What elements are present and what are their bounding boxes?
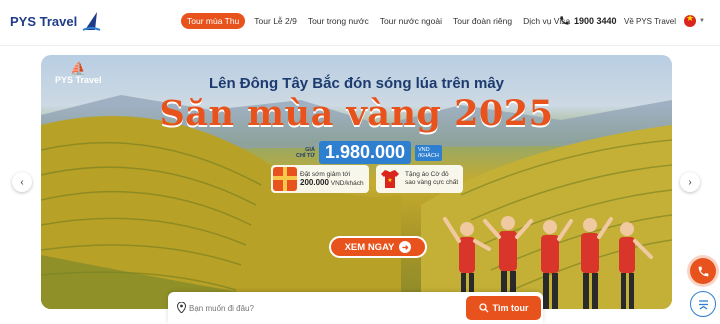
- price-unit-line-2: /KHÁCH: [418, 152, 439, 159]
- search-tour-button[interactable]: Tìm tour: [466, 296, 541, 320]
- svg-text:★: ★: [387, 177, 392, 184]
- price-label: GIÁ CHỈ TỪ: [296, 147, 315, 159]
- nav-item-international-tour[interactable]: Tour nước ngoài: [378, 13, 444, 29]
- call-fab-button[interactable]: [690, 258, 716, 284]
- logo-text: PYS Travel: [10, 13, 78, 29]
- phone-icon: [560, 16, 569, 25]
- hotline[interactable]: 1900 3440: [559, 15, 617, 26]
- vietnam-flag-icon: [684, 15, 696, 27]
- chevron-right-icon: ›: [688, 176, 692, 188]
- chevron-down-icon: ▼: [699, 18, 705, 24]
- search-icon: [478, 303, 488, 313]
- main-nav: Tour mùa Thu Tour Lễ 2/9 Tour trong nước…: [181, 13, 572, 29]
- hotline-number: 1900 3440: [574, 15, 617, 26]
- menu-fab-button[interactable]: [690, 291, 716, 317]
- nav-item-domestic-tour[interactable]: Tour trong nước: [306, 13, 371, 29]
- early-booking-promo: Đặt sớm giảm tới 200.000 VND/khách: [271, 165, 369, 193]
- menu-icon: [698, 299, 708, 310]
- banner-headline: Săn mùa vàng 2025: [159, 93, 554, 134]
- promo-text: Tặng áo Cờ đỏ sao vàng cực chất: [405, 171, 458, 187]
- promo1-unit: VND/khách: [330, 179, 364, 187]
- gift-box-icon: [273, 167, 297, 191]
- banner-kicker: Lên Đông Tây Bắc đón sóng lúa trên mây: [208, 75, 505, 92]
- price-label-line-2: CHỈ TỪ: [296, 152, 315, 159]
- logo[interactable]: PYS Travel: [10, 10, 101, 32]
- hero-banner[interactable]: ⛵ PYS Travel Lên Đông Tây Bắc đón sóng l…: [41, 55, 672, 309]
- phone-icon: [698, 266, 708, 276]
- nav-item-autumn-tour[interactable]: Tour mùa Thu: [181, 13, 246, 29]
- site-header: PYS Travel Tour mùa Thu Tour Lễ 2/9 Tour…: [0, 0, 720, 46]
- search-bar: Tìm tour: [168, 292, 543, 324]
- promo-text: Đặt sớm giảm tới 200.000 VND/khách: [300, 171, 364, 188]
- about-link[interactable]: Về PYS Travel: [624, 17, 676, 26]
- price-value: 1.980.000: [318, 141, 412, 164]
- tshirt-icon: ★: [381, 170, 399, 188]
- arrow-right-icon: ➜: [399, 241, 412, 253]
- location-pin-icon: [177, 302, 186, 313]
- cta-label: XEM NGAY: [344, 241, 395, 253]
- promo2-line2: sao vàng cực chất: [405, 179, 459, 186]
- promo2-line1: Tặng áo Cờ đỏ: [405, 171, 449, 178]
- view-now-button[interactable]: XEM NGAY ➜: [329, 236, 427, 258]
- language-selector[interactable]: ▼: [684, 15, 705, 27]
- search-button-label: Tìm tour: [492, 303, 529, 313]
- price-unit: VND /KHÁCH: [415, 144, 442, 161]
- nav-item-holiday-tour[interactable]: Tour Lễ 2/9: [252, 13, 299, 29]
- nav-item-private-group-tour[interactable]: Tour đoàn riêng: [451, 13, 514, 29]
- promo1-amount: 200.000: [300, 177, 329, 187]
- destination-search-input[interactable]: [189, 299, 449, 317]
- free-shirt-promo: ★ Tặng áo Cờ đỏ sao vàng cực chất: [376, 165, 464, 193]
- carousel-next-button[interactable]: ›: [680, 172, 700, 192]
- carousel-prev-button[interactable]: ‹: [12, 172, 32, 192]
- chevron-left-icon: ‹: [20, 176, 24, 188]
- price-block: GIÁ CHỈ TỪ 1.980.000 VND /KHÁCH: [296, 141, 442, 164]
- sail-logo-icon: ⛵: [70, 61, 87, 76]
- sail-logo-icon: [82, 12, 101, 31]
